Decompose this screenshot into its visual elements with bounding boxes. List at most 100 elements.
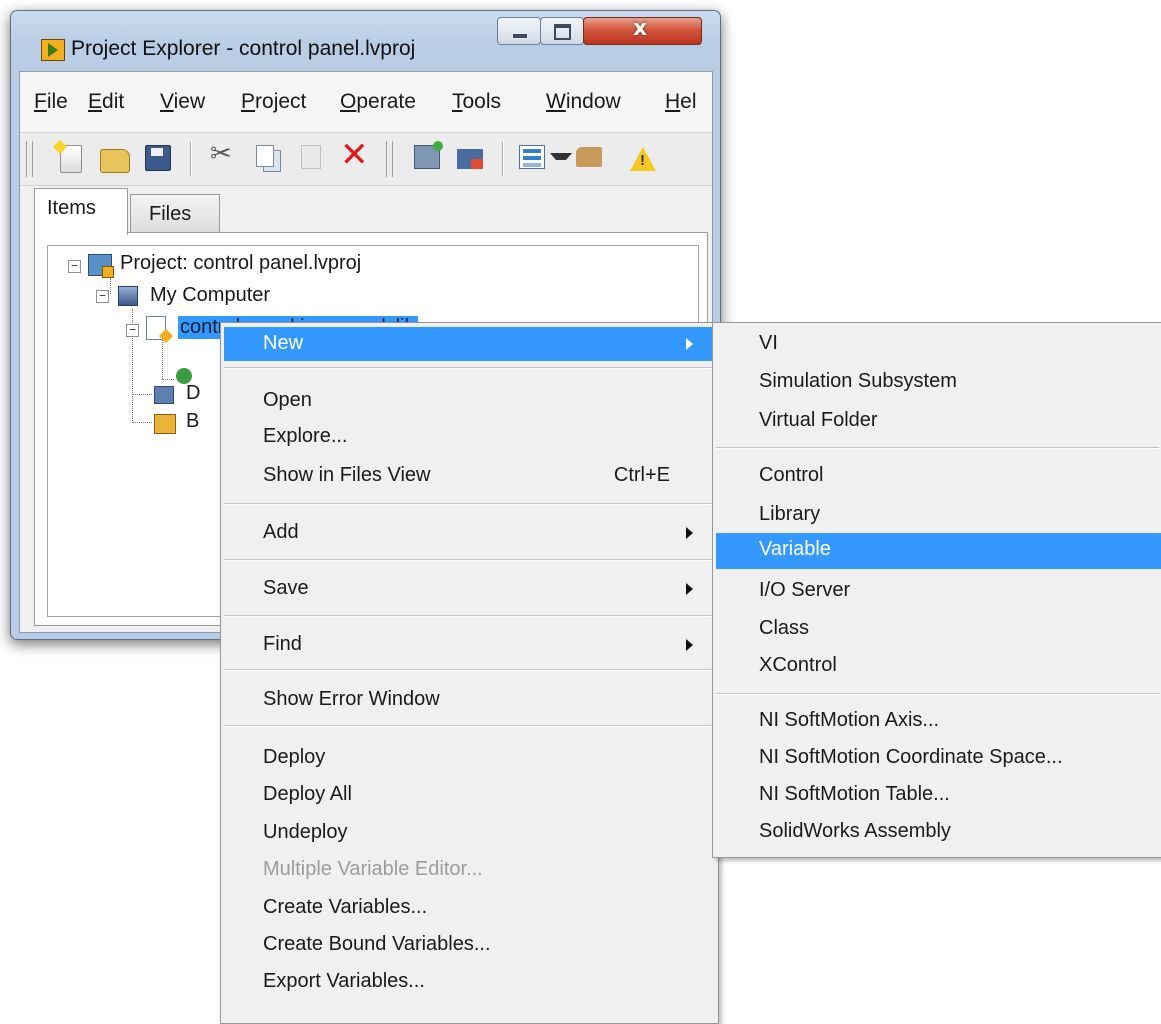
close-button[interactable]: x: [583, 16, 702, 45]
menu-item-multiple-variable-editor: Multiple Variable Editor...: [224, 853, 715, 887]
tab-files-label: Files: [149, 203, 192, 225]
tree-connector: [132, 394, 152, 395]
submenu-item-solidworks-assembly[interactable]: SolidWorks Assembly: [716, 815, 1161, 849]
menu-item-label: Deploy: [263, 746, 326, 768]
menu-edit[interactable]: Edit: [88, 90, 124, 114]
copy-icon[interactable]: [256, 145, 274, 167]
open-folder-icon[interactable]: [100, 149, 130, 173]
menu-item-deploy[interactable]: Deploy: [224, 741, 715, 775]
submenu-item-vi[interactable]: VI: [716, 327, 1161, 361]
computer-icon: [118, 286, 138, 306]
menu-operate[interactable]: Operate: [340, 90, 416, 114]
tree-node-dependencies[interactable]: D: [186, 382, 200, 405]
submenu-item-label: Simulation Subsystem: [759, 370, 957, 392]
menu-item-add[interactable]: Add: [224, 516, 715, 550]
title-bar[interactable]: Project Explorer - control panel.lvproj …: [11, 11, 720, 67]
menu-item-create-bound-variables[interactable]: Create Bound Variables...: [224, 928, 715, 962]
menu-item-label: Create Bound Variables...: [263, 933, 491, 955]
submenu-item-xcontrol[interactable]: XControl: [716, 649, 1161, 683]
maximize-icon: [554, 24, 571, 40]
toolbar-separator: [190, 142, 192, 176]
submenu-item-label: NI SoftMotion Coordinate Space...: [759, 746, 1063, 768]
library-icon: [146, 316, 166, 340]
submenu-item-label: I/O Server: [759, 579, 851, 601]
menu-item-new[interactable]: New: [224, 327, 715, 361]
menu-item-show-error-window[interactable]: Show Error Window: [224, 683, 715, 717]
tree-connector: [162, 339, 163, 379]
menu-item-save[interactable]: Save: [224, 572, 715, 606]
tree-node-project[interactable]: Project: control panel.lvproj: [120, 252, 361, 275]
tree-node-build-specifications[interactable]: B: [186, 410, 199, 433]
submenu-item-class[interactable]: Class: [716, 612, 1161, 646]
menu-separator: [224, 725, 715, 727]
submenu-item-softmotion-table[interactable]: NI SoftMotion Table...: [716, 778, 1161, 812]
minimize-button[interactable]: [497, 17, 541, 45]
tree-expander[interactable]: −: [68, 260, 81, 273]
paste-icon[interactable]: [301, 145, 321, 169]
submenu-item-label: NI SoftMotion Axis...: [759, 709, 940, 731]
menu-item-deploy-all[interactable]: Deploy All: [224, 778, 715, 812]
menu-item-find[interactable]: Find: [224, 628, 715, 662]
chevron-down-icon[interactable]: [550, 153, 572, 160]
menu-item-label: Show Error Window: [263, 688, 440, 710]
tab-items[interactable]: Items: [34, 188, 128, 235]
menu-item-label: Add: [263, 521, 299, 543]
menu-separator: [224, 503, 715, 505]
tree-expander[interactable]: −: [126, 324, 139, 337]
deploy-icon[interactable]: [414, 141, 443, 169]
submenu-item-io-server[interactable]: I/O Server: [716, 574, 1161, 608]
cut-icon[interactable]: ✂: [210, 139, 238, 169]
menu-item-undeploy[interactable]: Undeploy: [224, 816, 715, 850]
menu-bar: File Edit View Project Operate Tools Win…: [20, 72, 712, 133]
tab-items-label: Items: [47, 197, 96, 219]
tab-files[interactable]: Files: [130, 194, 220, 233]
menu-tools[interactable]: Tools: [452, 90, 501, 114]
menu-item-label: New: [263, 332, 304, 354]
tree-expander[interactable]: −: [96, 290, 109, 303]
menu-file[interactable]: File: [34, 90, 68, 114]
window-title: Project Explorer - control panel.lvproj: [71, 37, 416, 60]
toolbar-grip[interactable]: [26, 141, 33, 177]
menu-item-create-variables[interactable]: Create Variables...: [224, 891, 715, 925]
submenu-item-library[interactable]: Library: [716, 498, 1161, 532]
toolbar-grip[interactable]: [386, 141, 393, 177]
build-specifications-icon: [154, 414, 176, 434]
submenu-item-softmotion-axis[interactable]: NI SoftMotion Axis...: [716, 704, 1161, 738]
menu-item-explore[interactable]: Explore...: [224, 420, 715, 454]
dependencies-icon: [154, 386, 174, 404]
new-vi-icon[interactable]: [60, 145, 82, 173]
menu-item-label: Save: [263, 577, 309, 599]
menu-item-label: Export Variables...: [263, 970, 425, 992]
menu-project[interactable]: Project: [241, 90, 306, 114]
menu-item-export-variables[interactable]: Export Variables...: [224, 965, 715, 999]
warning-icon[interactable]: [630, 147, 656, 171]
tree-connector: [132, 422, 152, 423]
labview-app-icon: [41, 39, 65, 61]
delete-icon[interactable]: ✕: [340, 135, 369, 175]
submenu-item-virtual-folder[interactable]: Virtual Folder: [716, 404, 1161, 438]
save-all-icon[interactable]: [145, 145, 171, 171]
menu-window[interactable]: Window: [546, 90, 621, 114]
submenu-item-softmotion-coordinate-space[interactable]: NI SoftMotion Coordinate Space...: [716, 741, 1161, 775]
build-icon[interactable]: [457, 149, 483, 169]
close-icon: x: [633, 16, 648, 41]
menu-item-label: Multiple Variable Editor...: [263, 858, 483, 880]
menu-item-show-in-files-view[interactable]: Show in Files View Ctrl+E: [224, 459, 715, 493]
tree-node-my-computer[interactable]: My Computer: [150, 284, 270, 307]
submenu-item-variable[interactable]: Variable: [716, 533, 1161, 569]
menu-item-label: Explore...: [263, 425, 348, 447]
submenu-arrow-icon: [686, 527, 693, 539]
submenu-item-label: SolidWorks Assembly: [759, 820, 951, 842]
menu-item-open[interactable]: Open: [224, 384, 715, 418]
menu-help[interactable]: Hel: [665, 90, 697, 114]
menu-item-label: Find: [263, 633, 302, 655]
context-menu: New Open Explore... Show in Files View C…: [220, 322, 719, 1024]
menu-view[interactable]: View: [160, 90, 205, 114]
submenu-item-control[interactable]: Control: [716, 459, 1161, 493]
submenu-item-label: VI: [759, 332, 778, 354]
submenu-item-simulation-subsystem[interactable]: Simulation Subsystem: [716, 365, 1161, 399]
submenu-item-label: Control: [759, 464, 824, 486]
view-options-icon[interactable]: [519, 145, 545, 169]
maximize-button[interactable]: [540, 17, 584, 45]
probe-icon[interactable]: [576, 147, 602, 167]
